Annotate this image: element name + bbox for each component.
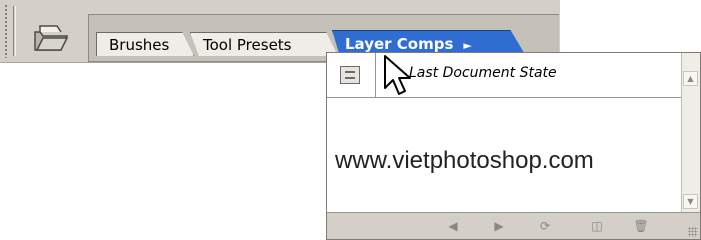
new-comp-icon[interactable]: ◫: [589, 218, 605, 234]
trash-icon[interactable]: 🗑: [633, 218, 649, 234]
previous-icon[interactable]: ◀: [445, 218, 461, 234]
watermark-text: www.vietphotoshop.com: [335, 147, 594, 174]
resize-grip[interactable]: [688, 227, 698, 237]
tab-label: Layer Comps: [345, 35, 454, 53]
refresh-icon[interactable]: ⟳: [537, 218, 553, 234]
state-label: Last Document State: [409, 65, 557, 81]
state-icon-cell: [327, 53, 376, 97]
scroll-down-icon[interactable]: ▼: [683, 194, 698, 209]
tab-brushes[interactable]: Brushes: [96, 32, 194, 56]
vertical-scrollbar[interactable]: ▲ ▼: [681, 53, 700, 213]
tab-label: Brushes: [109, 36, 170, 54]
next-icon[interactable]: ▶: [491, 218, 507, 234]
file-browser-button[interactable]: [31, 20, 71, 54]
tab-label: Tool Presets: [203, 36, 292, 54]
menu-arrow-icon[interactable]: ►: [463, 39, 471, 52]
list-item[interactable]: Last Document State: [327, 53, 683, 98]
mouse-cursor-icon: [384, 55, 411, 95]
folder-open-icon: [34, 25, 69, 51]
toolbar-grip[interactable]: [4, 4, 9, 58]
document-state-icon[interactable]: [340, 66, 360, 84]
tab-tool-presets[interactable]: Tool Presets: [190, 32, 338, 56]
toolbar-separator: [13, 6, 16, 56]
panel-footer: ◀ ▶ ⟳ ◫ 🗑: [327, 212, 700, 239]
scroll-up-icon[interactable]: ▲: [683, 71, 698, 86]
